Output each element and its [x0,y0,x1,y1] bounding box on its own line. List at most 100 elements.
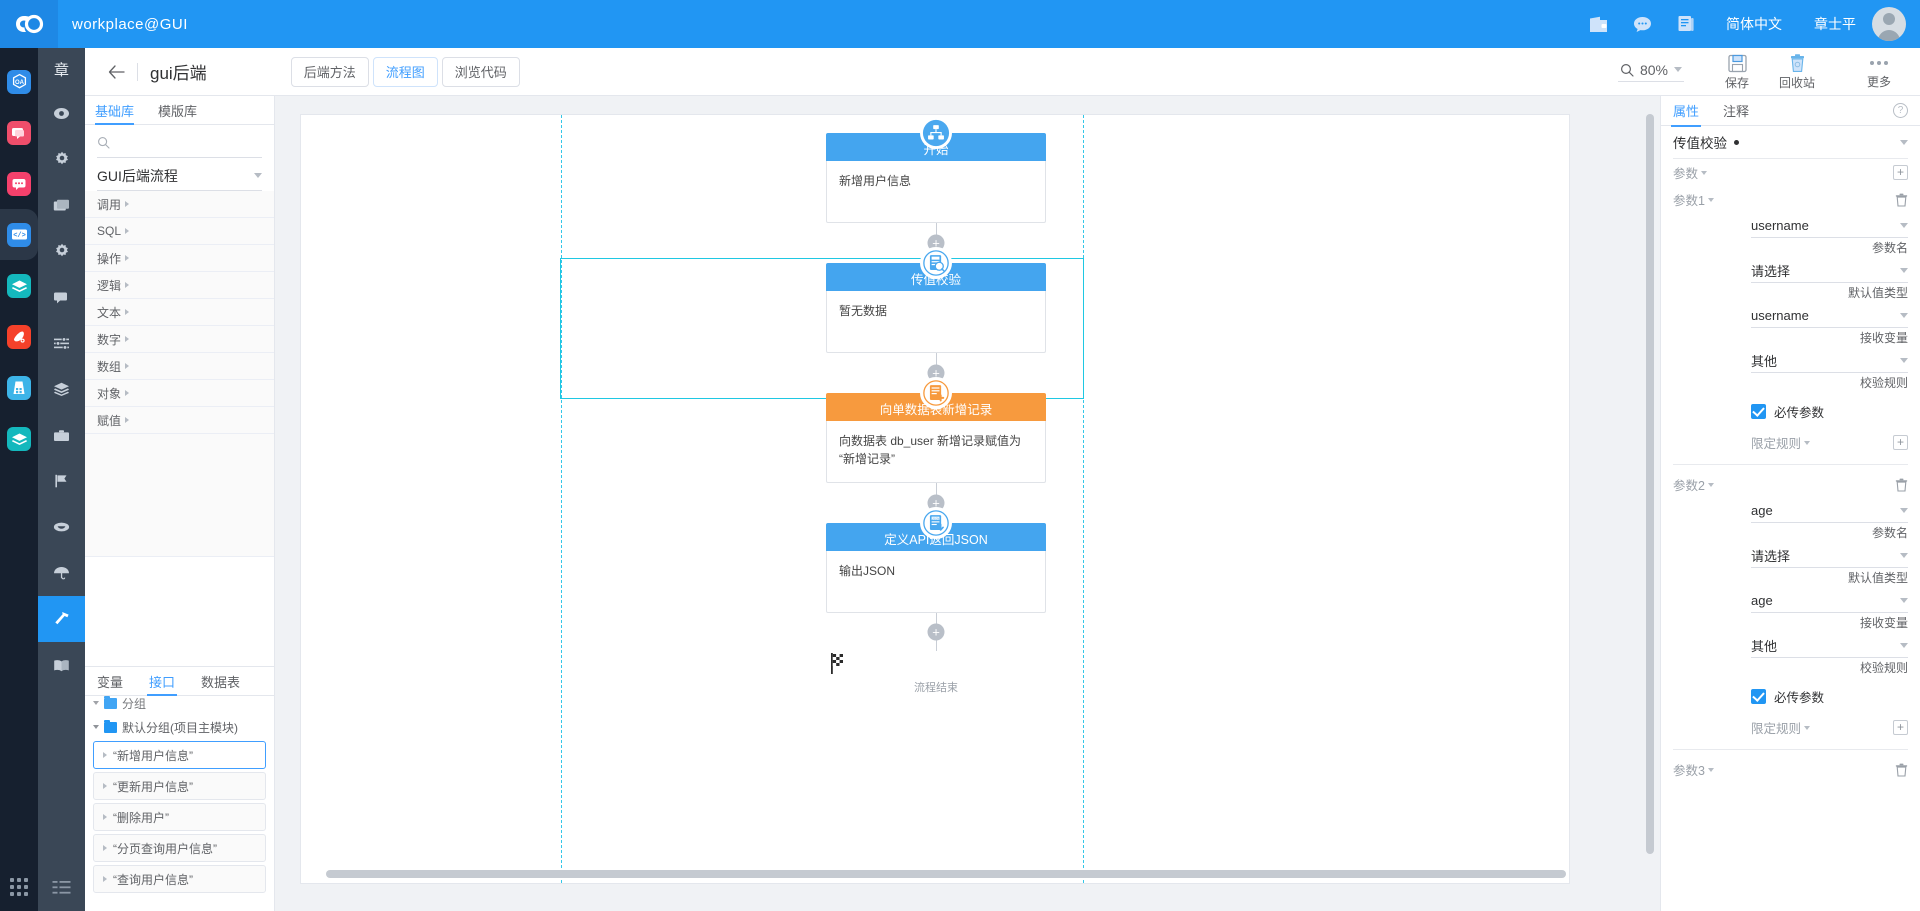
chat-app-icon[interactable] [0,158,38,209]
wallet-icon[interactable] [1576,0,1620,48]
box-app-icon[interactable] [0,413,38,464]
cloud-logo-icon[interactable] [0,0,58,48]
param2-required-checkbox[interactable]: 必传参数 [1751,687,1908,706]
add-param2-limit-rule-button[interactable]: + [1893,720,1908,735]
param2-toggle[interactable]: 参数2 [1673,475,1714,494]
sliders-icon[interactable] [38,320,85,366]
param1-rule-field[interactable]: 其他 [1751,348,1908,373]
lib-row-call[interactable]: 调用 [85,191,274,218]
code-app-icon[interactable]: </> [0,209,38,260]
flowchart-canvas-area[interactable]: 开始 新增用户信息 + 传值校验 暂无数据 + 向单数据表新增记录 向数据表 d… [275,96,1660,911]
gear-icon[interactable] [38,136,85,182]
tab-properties[interactable]: 属性 [1670,96,1702,127]
comment-icon[interactable] [38,274,85,320]
flag-icon[interactable] [38,458,85,504]
zoom-selector[interactable]: 80% [1617,62,1684,82]
list-item-api-delete-user[interactable]: “删除用户” [93,803,266,831]
param1-limit-rule-toggle[interactable]: 限定规则 [1751,433,1811,452]
tab-browse-code[interactable]: 浏览代码 [441,56,520,87]
back-arrow-icon[interactable] [99,55,133,89]
apps-grid-icon[interactable] [0,863,38,911]
more-button[interactable]: 更多 [1852,53,1906,89]
horizontal-scrollbar[interactable] [326,870,1596,878]
settings-icon[interactable] [38,228,85,274]
eye-icon[interactable] [38,90,85,136]
delete-param1-button[interactable] [1895,193,1908,207]
tab-basic-library[interactable]: 基础库 [95,96,135,125]
smile-icon[interactable] [38,504,85,550]
message-app-icon[interactable] [0,107,38,158]
add-param-button[interactable]: + [1893,165,1908,180]
param1-receive-var-field[interactable]: username [1751,303,1908,328]
delete-param2-button[interactable] [1895,478,1908,492]
delete-param3-button[interactable] [1895,763,1908,777]
tab-interfaces[interactable]: 接口 [147,666,178,696]
library-search[interactable] [97,128,262,158]
list-item-api-page-query-user[interactable]: “分页查询用户信息” [93,834,266,862]
grid-app-icon[interactable] [0,362,38,413]
user-name-label[interactable]: 章士平 [1800,0,1864,48]
stack-icon[interactable] [38,366,85,412]
oa-app-icon[interactable]: OA [0,56,38,107]
flow-node-json-output[interactable]: JSON 定义API返回JSON 输出JSON [826,507,1046,613]
hammer-icon[interactable] [38,596,85,642]
param2-name-field[interactable]: age [1751,498,1908,523]
paint-app-icon[interactable] [0,311,38,362]
document-icon[interactable] [1664,0,1708,48]
flow-node-param-check[interactable]: 传值校验 暂无数据 [826,247,1046,353]
tab-datatables[interactable]: 数据表 [201,666,240,696]
help-circle-icon[interactable]: ? [1893,103,1908,118]
tab-template-library[interactable]: 模版库 [158,96,197,124]
param1-toggle[interactable]: 参数1 [1673,190,1714,209]
window-icon[interactable] [38,182,85,228]
lib-row-object[interactable]: 对象 [85,380,274,407]
add-param1-limit-rule-button[interactable]: + [1893,435,1908,450]
umbrella-icon[interactable] [38,550,85,596]
chat-bubble-icon[interactable] [1620,0,1664,48]
book-icon[interactable] [38,642,85,688]
param1-default-type-field[interactable]: 请选择 [1751,258,1908,283]
flowchart-canvas[interactable]: 开始 新增用户信息 + 传值校验 暂无数据 + 向单数据表新增记录 向数据表 d… [300,114,1570,884]
avatar[interactable] [1872,7,1906,41]
lib-row-sql[interactable]: SQL [85,218,274,245]
tree-row-partial[interactable]: 分组 [85,696,274,710]
search-input[interactable] [116,135,262,150]
lib-row-logic[interactable]: 逻辑 [85,272,274,299]
lib-row-array[interactable]: 数组 [85,353,274,380]
lib-row-operation[interactable]: 操作 [85,245,274,272]
briefcase-icon[interactable] [38,412,85,458]
library-group-header[interactable]: GUI后端流程 [97,161,262,191]
save-button[interactable]: 保存 [1710,53,1764,90]
list-item-api-update-user[interactable]: “更新用户信息” [93,772,266,800]
layers-app-icon[interactable] [0,260,38,311]
param3-toggle[interactable]: 参数3 [1673,760,1714,779]
lib-row-number[interactable]: 数字 [85,326,274,353]
lib-row-text[interactable]: 文本 [85,299,274,326]
lib-row-assign[interactable]: 赋值 [85,407,274,434]
param2-limit-rule-toggle[interactable]: 限定规则 [1751,718,1811,737]
tab-backend-method[interactable]: 后端方法 [290,56,369,87]
tab-annotations[interactable]: 注释 [1723,96,1749,126]
recycle-bin-button[interactable]: 回收站 [1770,53,1824,90]
flow-node-db-insert[interactable]: 向单数据表新增记录 向数据表 db_user 新增记录赋值为 “新增记录” [826,377,1046,483]
list-item-api-add-user[interactable]: “新增用户信息” [93,741,266,769]
list-toggle-icon[interactable] [38,863,85,911]
param1-name-field[interactable]: username [1751,213,1908,238]
param2-receive-var-field[interactable]: age [1751,588,1908,613]
language-selector[interactable]: 简体中文 [1708,0,1800,48]
vertical-scrollbar[interactable] [1646,114,1654,866]
param2-rule-field[interactable]: 其他 [1751,633,1908,658]
tab-variables[interactable]: 变量 [97,666,123,696]
params-section-toggle[interactable]: 参数 [1673,163,1708,182]
add-node-button[interactable]: + [927,623,945,641]
list-item-api-query-user[interactable]: “查询用户信息” [93,865,266,893]
horizontal-scrollbar-thumb[interactable] [326,870,1566,878]
tree-row-default-group[interactable]: 默认分组(项目主模块) [85,716,274,738]
flow-node-start[interactable]: 开始 新增用户信息 [826,117,1046,223]
vertical-scrollbar-thumb[interactable] [1646,114,1654,854]
param1-required-checkbox[interactable]: 必传参数 [1751,402,1908,421]
param2-default-type-field[interactable]: 请选择 [1751,543,1908,568]
tab-flowchart[interactable]: 流程图 [372,56,438,87]
properties-node-header[interactable]: 传值校验 [1661,126,1920,158]
chevron-down-icon[interactable] [1900,139,1908,145]
